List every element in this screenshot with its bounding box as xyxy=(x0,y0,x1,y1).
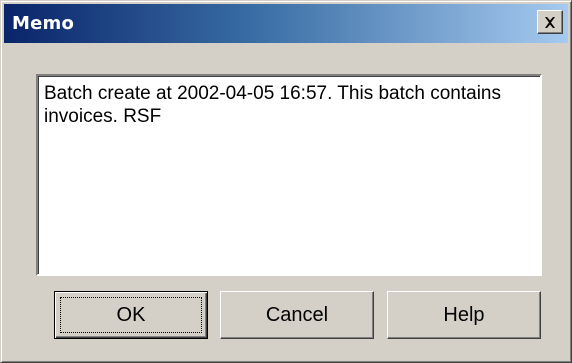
help-button-label: Help xyxy=(443,303,485,326)
title-bar[interactable]: Memo xyxy=(4,4,568,43)
help-button[interactable]: Help xyxy=(387,291,541,339)
close-icon xyxy=(544,16,556,28)
window-title: Memo xyxy=(12,13,75,34)
cancel-button[interactable]: Cancel xyxy=(220,291,374,339)
memo-text-area[interactable]: Batch create at 2002-04-05 16:57. This b… xyxy=(36,74,542,276)
focus-rectangle xyxy=(60,297,202,333)
ok-button[interactable]: OK xyxy=(54,291,208,339)
cancel-button-label: Cancel xyxy=(265,303,329,326)
memo-dialog: Memo Batch create at 2002-04-05 16:57. T… xyxy=(0,0,572,363)
close-button[interactable] xyxy=(537,10,563,34)
